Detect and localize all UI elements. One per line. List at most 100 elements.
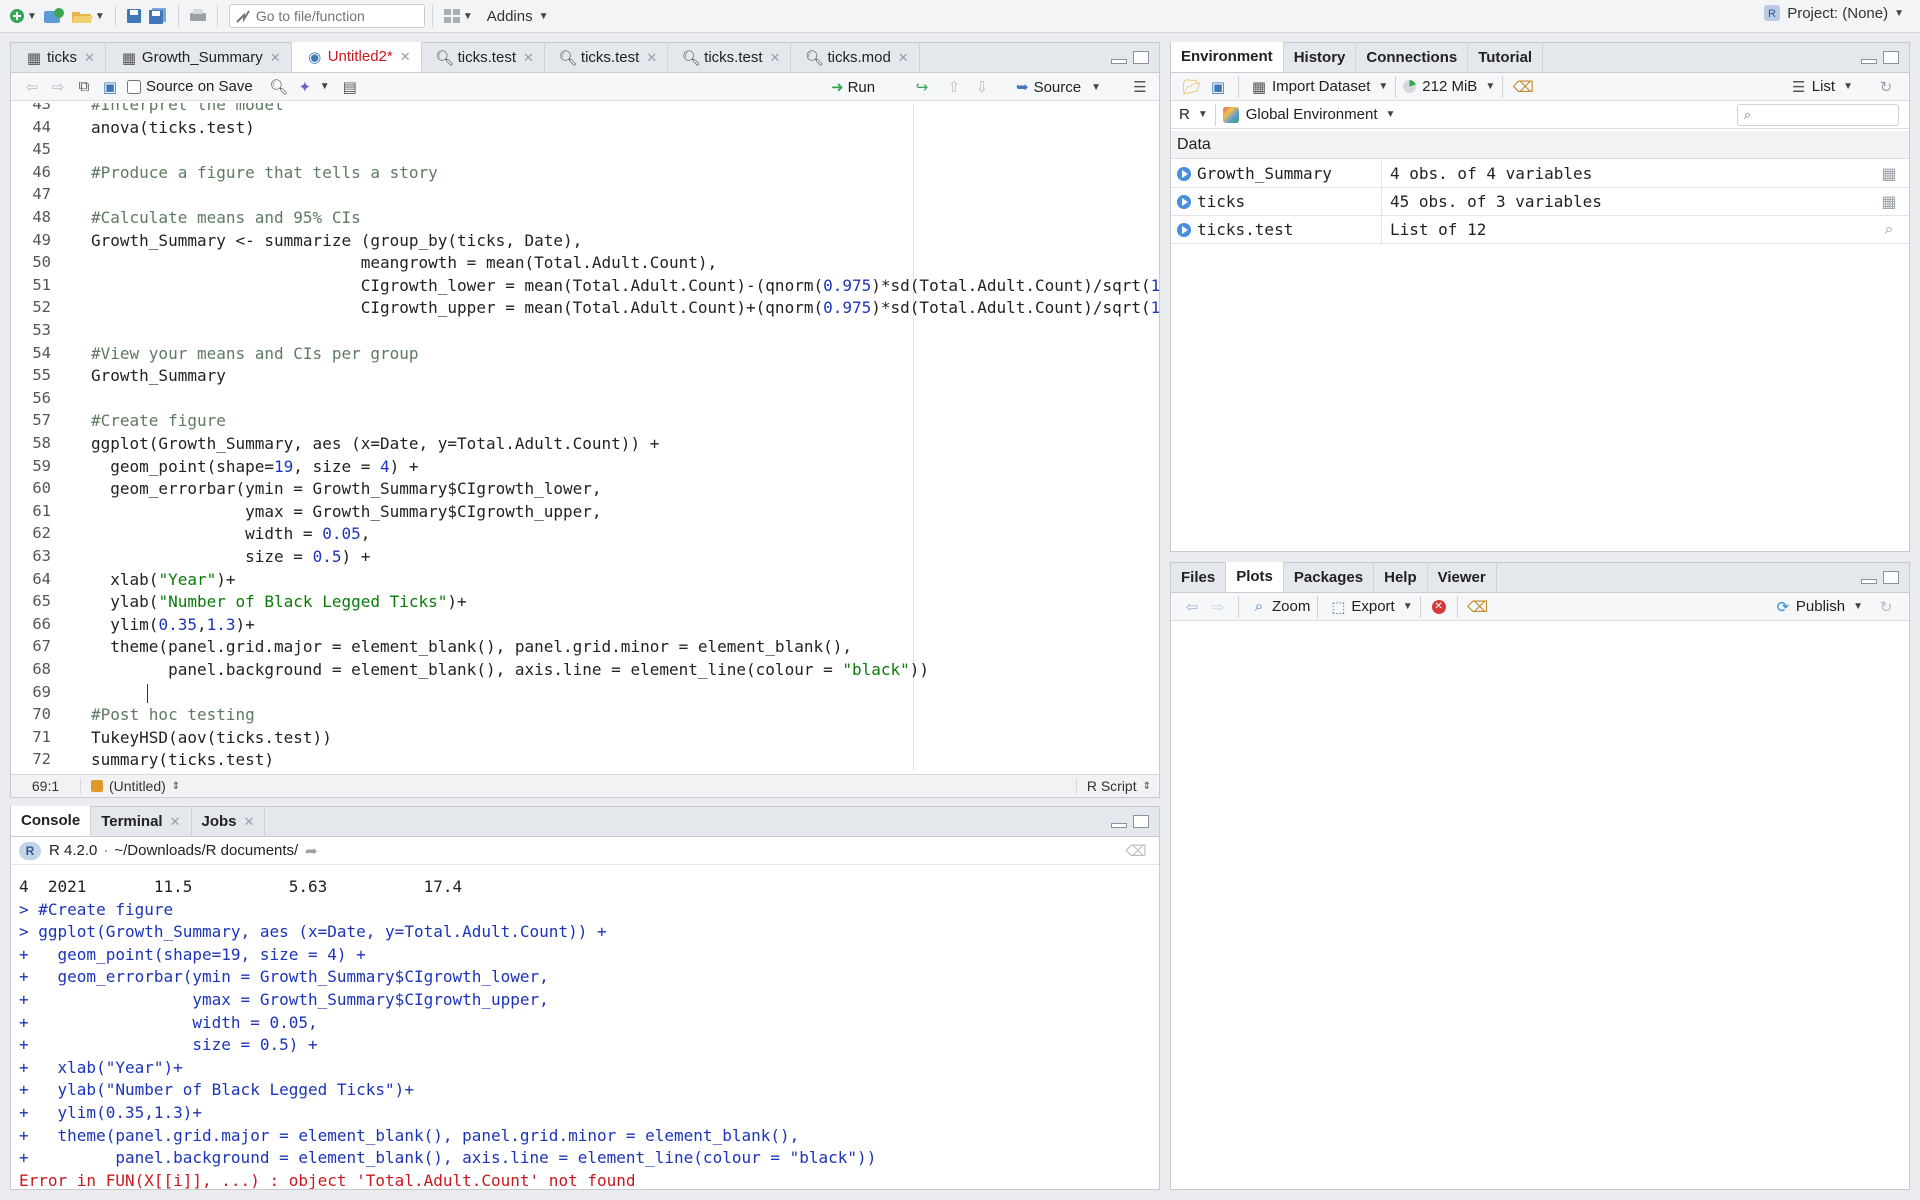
broom-icon[interactable]: ⌫ [1125, 841, 1146, 861]
view-mode-select[interactable]: ☰ List ▼ [1786, 77, 1853, 97]
code-line: width = 0.05, [91, 524, 371, 544]
tab-growth-summary[interactable]: ▦ Growth_Summary ✕ [106, 43, 292, 72]
source-on-save-toggle[interactable]: Source on Save [127, 78, 253, 95]
maximize-icon[interactable] [1133, 815, 1149, 828]
tab-files[interactable]: Files [1171, 563, 1227, 592]
load-workspace-icon[interactable]: 📂︎ [1182, 77, 1202, 97]
tab-environment[interactable]: Environment [1171, 42, 1284, 72]
filetype-selector[interactable]: R Script ⇕ [1075, 778, 1151, 794]
memory-usage-button[interactable]: 212 MiB ▼ [1403, 78, 1495, 95]
broom-icon[interactable]: ⌫ [1467, 597, 1488, 617]
save-button[interactable] [123, 3, 145, 29]
forward-arrow-icon[interactable]: ⇨ [1208, 597, 1228, 617]
environment-search-input[interactable]: ⌕ [1737, 104, 1899, 126]
workspace-panes-button[interactable]: ▼ [440, 3, 476, 29]
forward-arrow-icon[interactable]: ⇨ [48, 77, 68, 97]
tab-ticks-mod[interactable]: 🔍︎ ticks.mod ✕ [791, 43, 920, 72]
menu-lines-icon[interactable]: ☰ [1130, 77, 1150, 97]
tab-tutorial[interactable]: Tutorial [1468, 43, 1544, 72]
close-icon[interactable]: ✕ [898, 50, 909, 66]
code-editor[interactable]: 43 44 45 46 47 48 49 50 51 52 53 54 55 56 57 58 59 60 61 62… [11, 103, 1159, 771]
new-file-button[interactable]: ▼ [6, 3, 40, 29]
arrow-up-icon[interactable]: ⇧ [944, 77, 964, 97]
source-on-save-checkbox[interactable] [127, 79, 141, 94]
minimize-icon[interactable] [1111, 823, 1127, 828]
save-icon[interactable]: ▣ [1208, 77, 1228, 97]
tab-ticks-test-3[interactable]: 🔍︎ ticks.test ✕ [668, 43, 792, 72]
console-output[interactable]: 4 2021 11.5 5.63 17.4 > #Create figure > g… [11, 867, 1159, 1189]
tab-connections[interactable]: Connections [1356, 43, 1469, 72]
code-area[interactable]: #Interpret the model anova(ticks.test) #Pr… [67, 103, 1159, 771]
tab-ticks[interactable]: ▦ ticks ✕ [11, 43, 106, 72]
back-arrow-icon[interactable]: ⇦ [22, 77, 42, 97]
tab-plots[interactable]: Plots [1226, 562, 1284, 592]
addins-menu[interactable]: Addins ▼ [484, 3, 552, 29]
maximize-icon[interactable] [1883, 51, 1899, 64]
publish-button[interactable]: ⟳ Publish ▼ [1770, 597, 1863, 617]
search-icon[interactable]: ⌕ [1869, 221, 1909, 239]
maximize-icon[interactable] [1883, 571, 1899, 584]
close-icon[interactable]: ✕ [770, 50, 781, 66]
print-button[interactable] [186, 3, 210, 29]
language-select[interactable]: R ▼ [1179, 106, 1208, 123]
project-menu[interactable]: R Project: (None) ▼ [1763, 4, 1904, 22]
minimize-icon[interactable] [1861, 59, 1877, 64]
environment-scope-select[interactable]: Global Environment ▼ [1222, 106, 1395, 123]
show-in-window-icon[interactable]: ⧉ [74, 77, 94, 97]
tab-help[interactable]: Help [1374, 563, 1428, 592]
export-button[interactable]: ⬚ Export ▼ [1325, 597, 1412, 617]
tab-ticks-test-1[interactable]: 🔍︎ ticks.test ✕ [422, 43, 545, 72]
expand-icon[interactable] [1177, 166, 1191, 181]
env-row-ticks[interactable]: ticks 45 obs. of 3 variables ▦ [1171, 188, 1909, 216]
open-file-button[interactable]: ▼ [68, 3, 108, 29]
tab-ticks-test-2[interactable]: 🔍︎ ticks.test ✕ [545, 43, 669, 72]
arrow-down-icon[interactable]: ⇩ [972, 77, 992, 97]
close-icon[interactable]: ✕ [523, 50, 534, 66]
save-all-button[interactable] [145, 3, 171, 29]
tab-packages[interactable]: Packages [1284, 563, 1375, 592]
source-button[interactable]: ➥ Source ▼ [1016, 73, 1101, 101]
tab-terminal[interactable]: Terminal ✕ [91, 807, 192, 836]
env-row-growth-summary[interactable]: Growth_Summary 4 obs. of 4 variables ▦ [1171, 160, 1909, 188]
minimize-icon[interactable] [1861, 579, 1877, 584]
tab-viewer[interactable]: Viewer [1428, 563, 1497, 592]
close-icon[interactable]: ✕ [270, 50, 281, 66]
import-dataset-button[interactable]: ▦ Import Dataset ▼ [1246, 77, 1388, 97]
close-icon[interactable]: ✕ [646, 50, 657, 66]
tab-console[interactable]: Console [11, 806, 92, 836]
back-arrow-icon[interactable]: ⇦ [1182, 597, 1202, 617]
magic-wand-icon[interactable]: ✦ [295, 77, 315, 97]
tab-history[interactable]: History [1284, 43, 1357, 72]
run-button[interactable]: ➜ Run [831, 73, 875, 101]
expand-icon[interactable] [1177, 222, 1191, 237]
goto-directory-icon[interactable]: ➦ [301, 841, 321, 861]
zoom-button[interactable]: ⌕ Zoom [1246, 597, 1311, 617]
scope-selector[interactable]: (Untitled) ⇕ [91, 778, 180, 794]
source-label: Source [1033, 78, 1082, 96]
table-view-icon[interactable]: ▦ [1869, 192, 1909, 212]
search-icon[interactable]: 🔍︎ [269, 77, 289, 97]
tab-untitled2[interactable]: ◉ Untitled2* ✕ [291, 42, 422, 72]
refresh-icon[interactable]: ↻ [1876, 77, 1896, 97]
text-cursor [147, 683, 148, 703]
expand-icon[interactable] [1177, 194, 1191, 209]
tab-jobs[interactable]: Jobs ✕ [192, 807, 266, 836]
minimize-icon[interactable] [1111, 59, 1127, 64]
outline-icon[interactable]: ▤ [340, 77, 360, 97]
env-row-ticks-test[interactable]: ticks.test List of 12 ⌕ [1171, 216, 1909, 244]
rerun-icon[interactable]: ↪ [912, 77, 932, 97]
table-view-icon[interactable]: ▦ [1869, 164, 1909, 184]
close-icon[interactable]: ✕ [84, 50, 95, 66]
save-icon[interactable]: ▣ [100, 77, 120, 97]
remove-plot-icon[interactable]: ✕ [1431, 599, 1446, 614]
maximize-icon[interactable] [1133, 51, 1149, 64]
close-icon[interactable]: ✕ [400, 49, 411, 65]
broom-icon[interactable]: ⌫ [1513, 77, 1534, 97]
close-icon[interactable]: ✕ [170, 814, 181, 830]
goto-file-input[interactable] [255, 8, 406, 24]
new-project-button[interactable] [40, 3, 68, 29]
chevron-down-icon[interactable]: ▼ [320, 81, 330, 92]
close-icon[interactable]: ✕ [244, 814, 255, 830]
goto-file-input-wrap[interactable] [228, 4, 425, 28]
refresh-icon[interactable]: ↻ [1876, 597, 1896, 617]
